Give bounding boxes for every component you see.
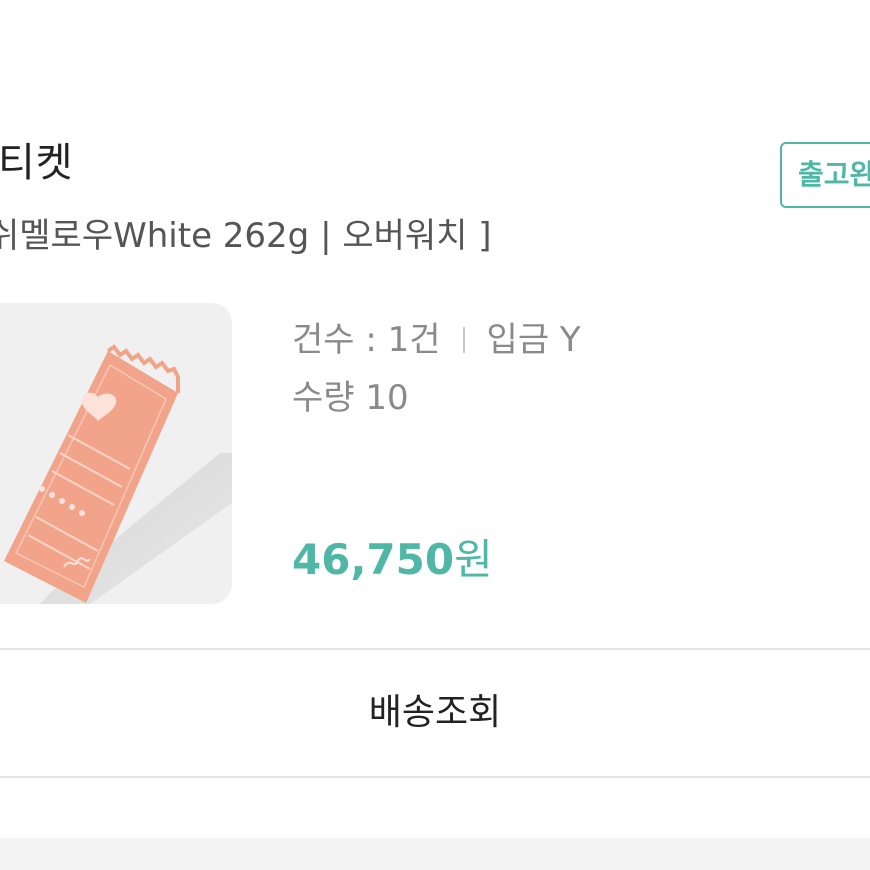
separator	[462, 327, 465, 353]
product-option: 쉬멜로우White 262g | 오버워치 ]	[0, 216, 492, 256]
price-unit: 원	[454, 535, 493, 584]
price-value: 46,750	[292, 535, 455, 584]
divider-bottom	[0, 776, 870, 778]
deposit-text: 입금 Y	[486, 320, 581, 360]
product-thumbnail[interactable]	[0, 303, 232, 604]
section-gap	[0, 838, 870, 870]
order-summary-line: 건수 : 1건 입금 Y	[292, 312, 581, 361]
track-delivery-button[interactable]: 배송조회	[0, 650, 870, 776]
status-badge: 출고완	[780, 142, 870, 208]
ticket-image	[4, 344, 232, 604]
order-detail-page: 티켓 쉬멜로우White 262g | 오버워치 ] 출고완 건수: 1건 입…	[0, 0, 870, 870]
count-text: 건수 : 1건	[292, 320, 441, 360]
price: 46,750원	[292, 526, 493, 587]
quantity-text: 수량 10	[292, 378, 409, 418]
product-title: 티켓	[0, 140, 74, 186]
